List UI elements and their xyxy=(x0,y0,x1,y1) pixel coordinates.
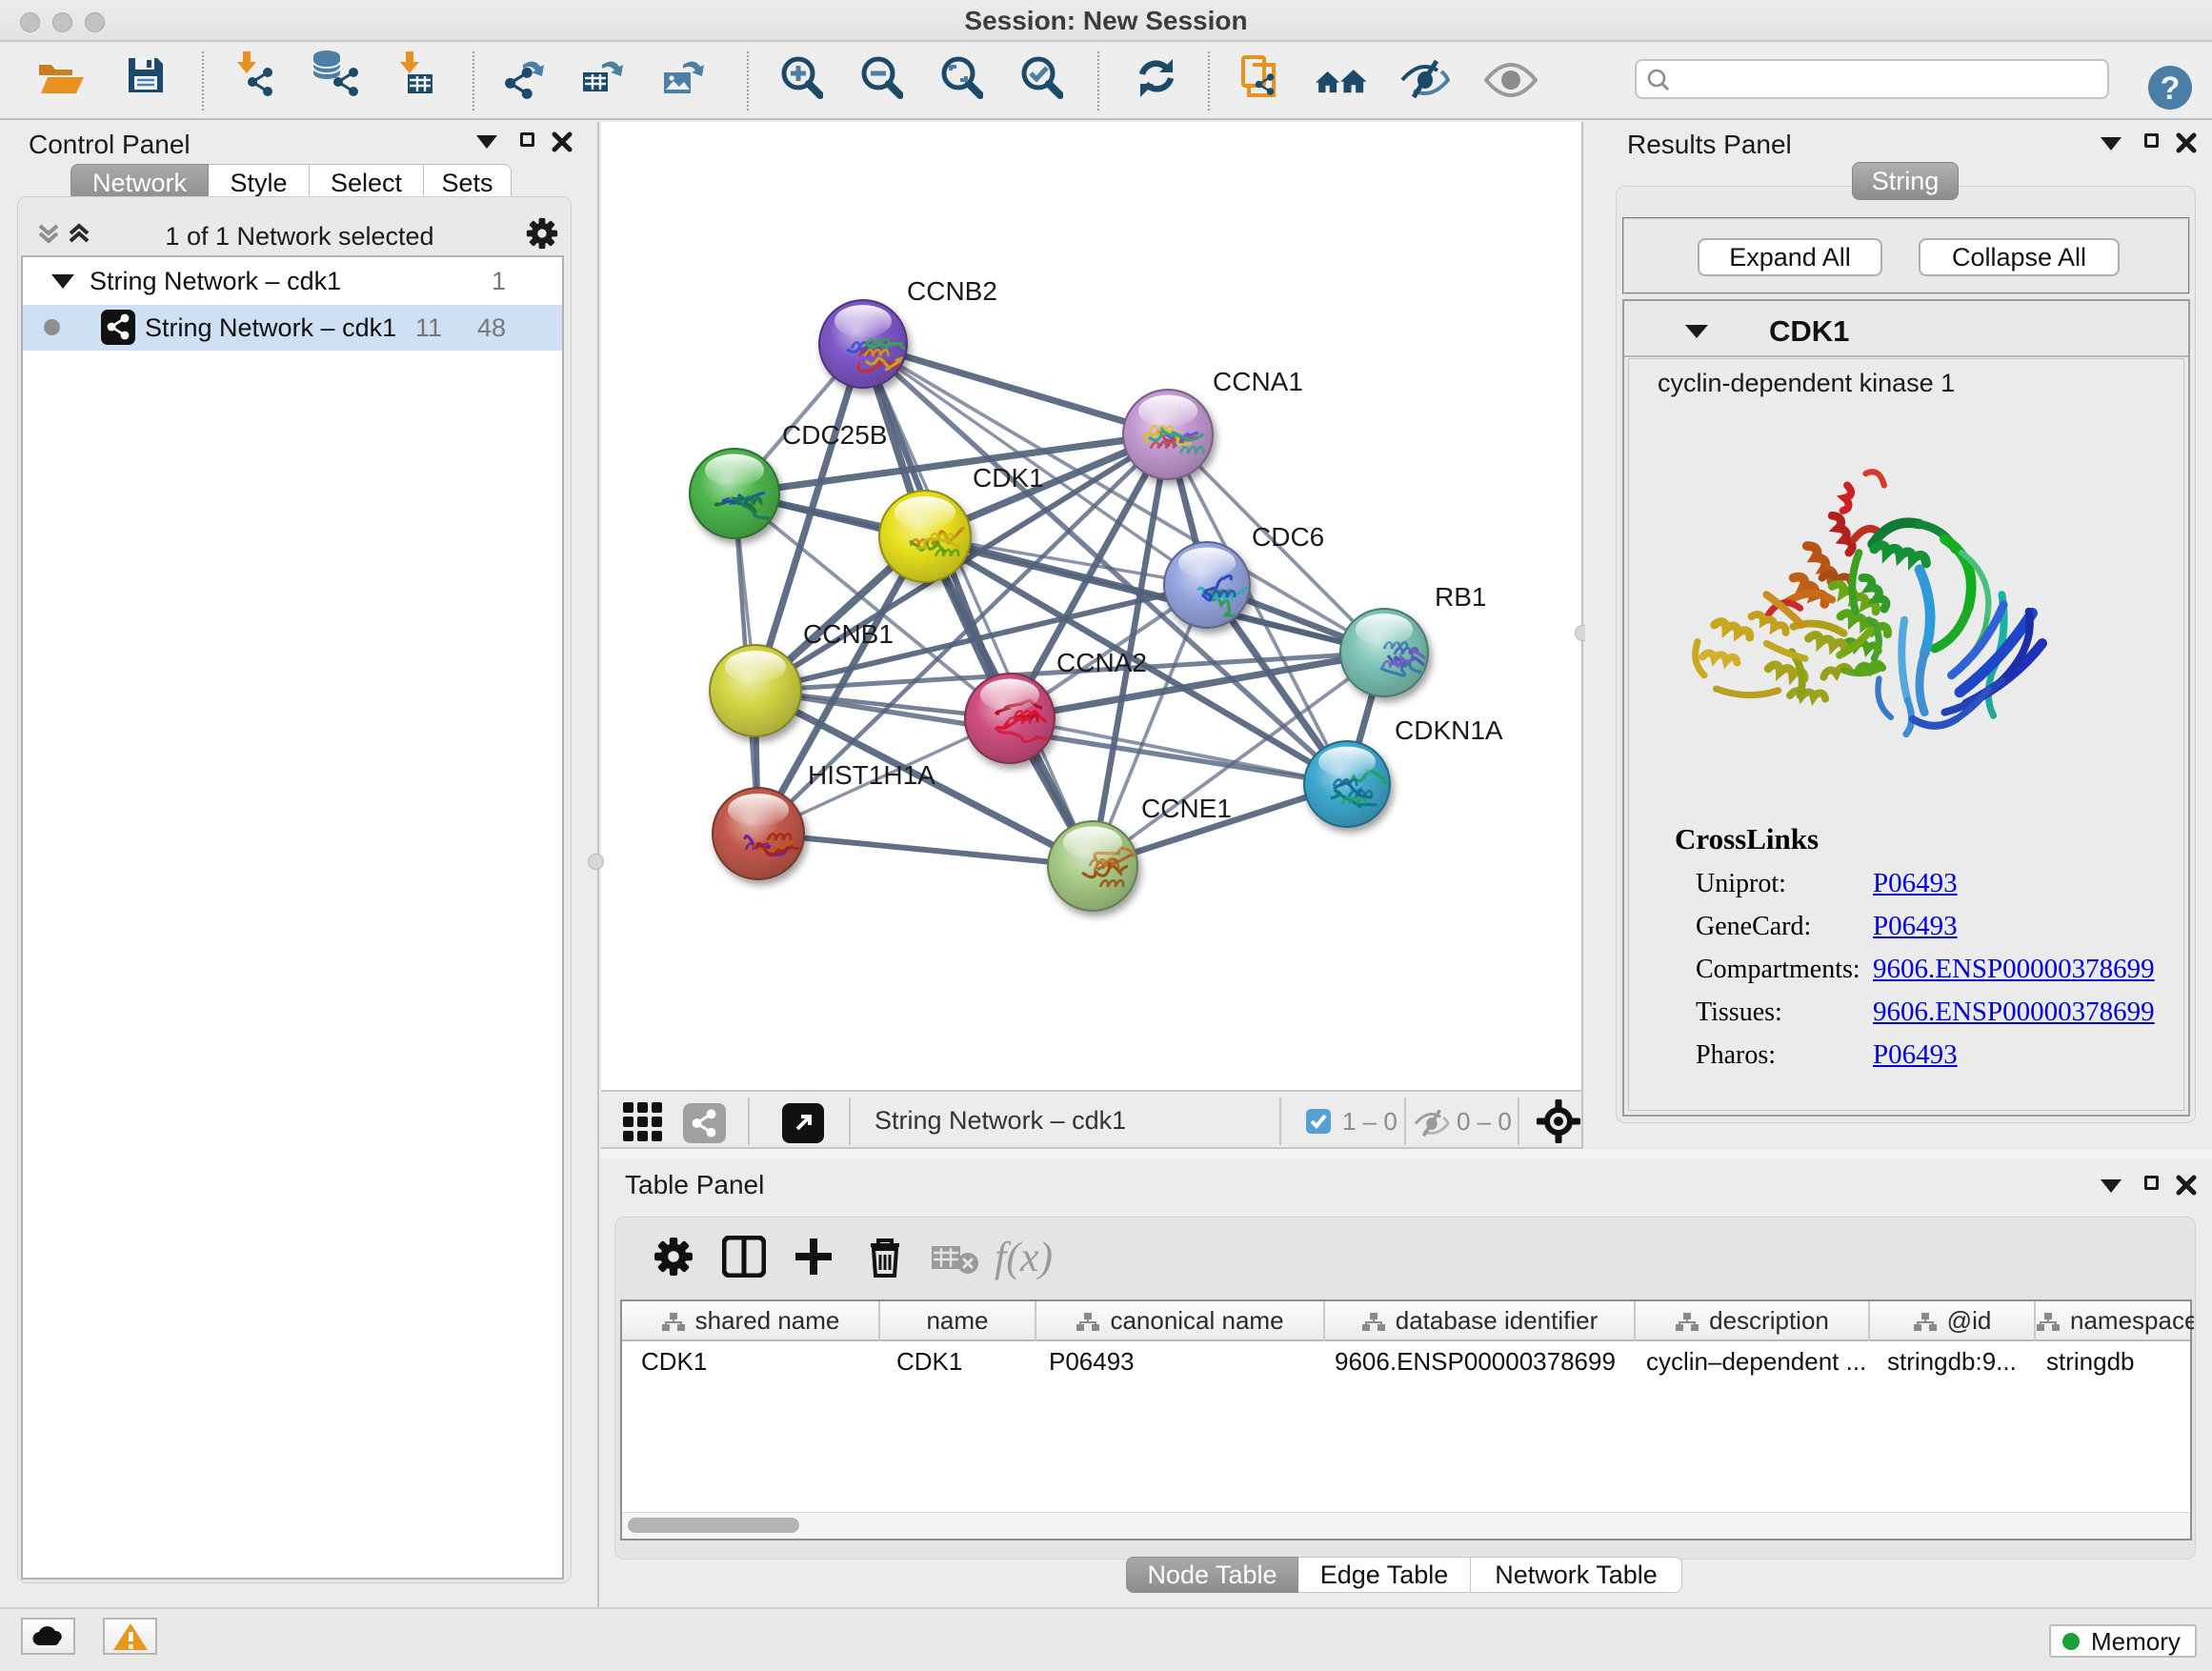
svg-text:CCNB2: CCNB2 xyxy=(907,276,997,306)
svg-text:CCNA2: CCNA2 xyxy=(1056,648,1147,677)
svg-text:CDK1: CDK1 xyxy=(973,463,1044,493)
svg-text:CDKN1A: CDKN1A xyxy=(1395,715,1503,745)
svg-text:CCNA1: CCNA1 xyxy=(1213,367,1303,396)
svg-text:?: ? xyxy=(2161,70,2181,107)
svg-text:HIST1H1A: HIST1H1A xyxy=(808,760,935,790)
svg-text:CCNE1: CCNE1 xyxy=(1141,794,1232,823)
svg-text:CCNB1: CCNB1 xyxy=(803,619,894,649)
svg-text:CDC25B: CDC25B xyxy=(782,420,887,450)
svg-text:CDC6: CDC6 xyxy=(1252,522,1324,552)
svg-text:RB1: RB1 xyxy=(1435,582,1486,612)
